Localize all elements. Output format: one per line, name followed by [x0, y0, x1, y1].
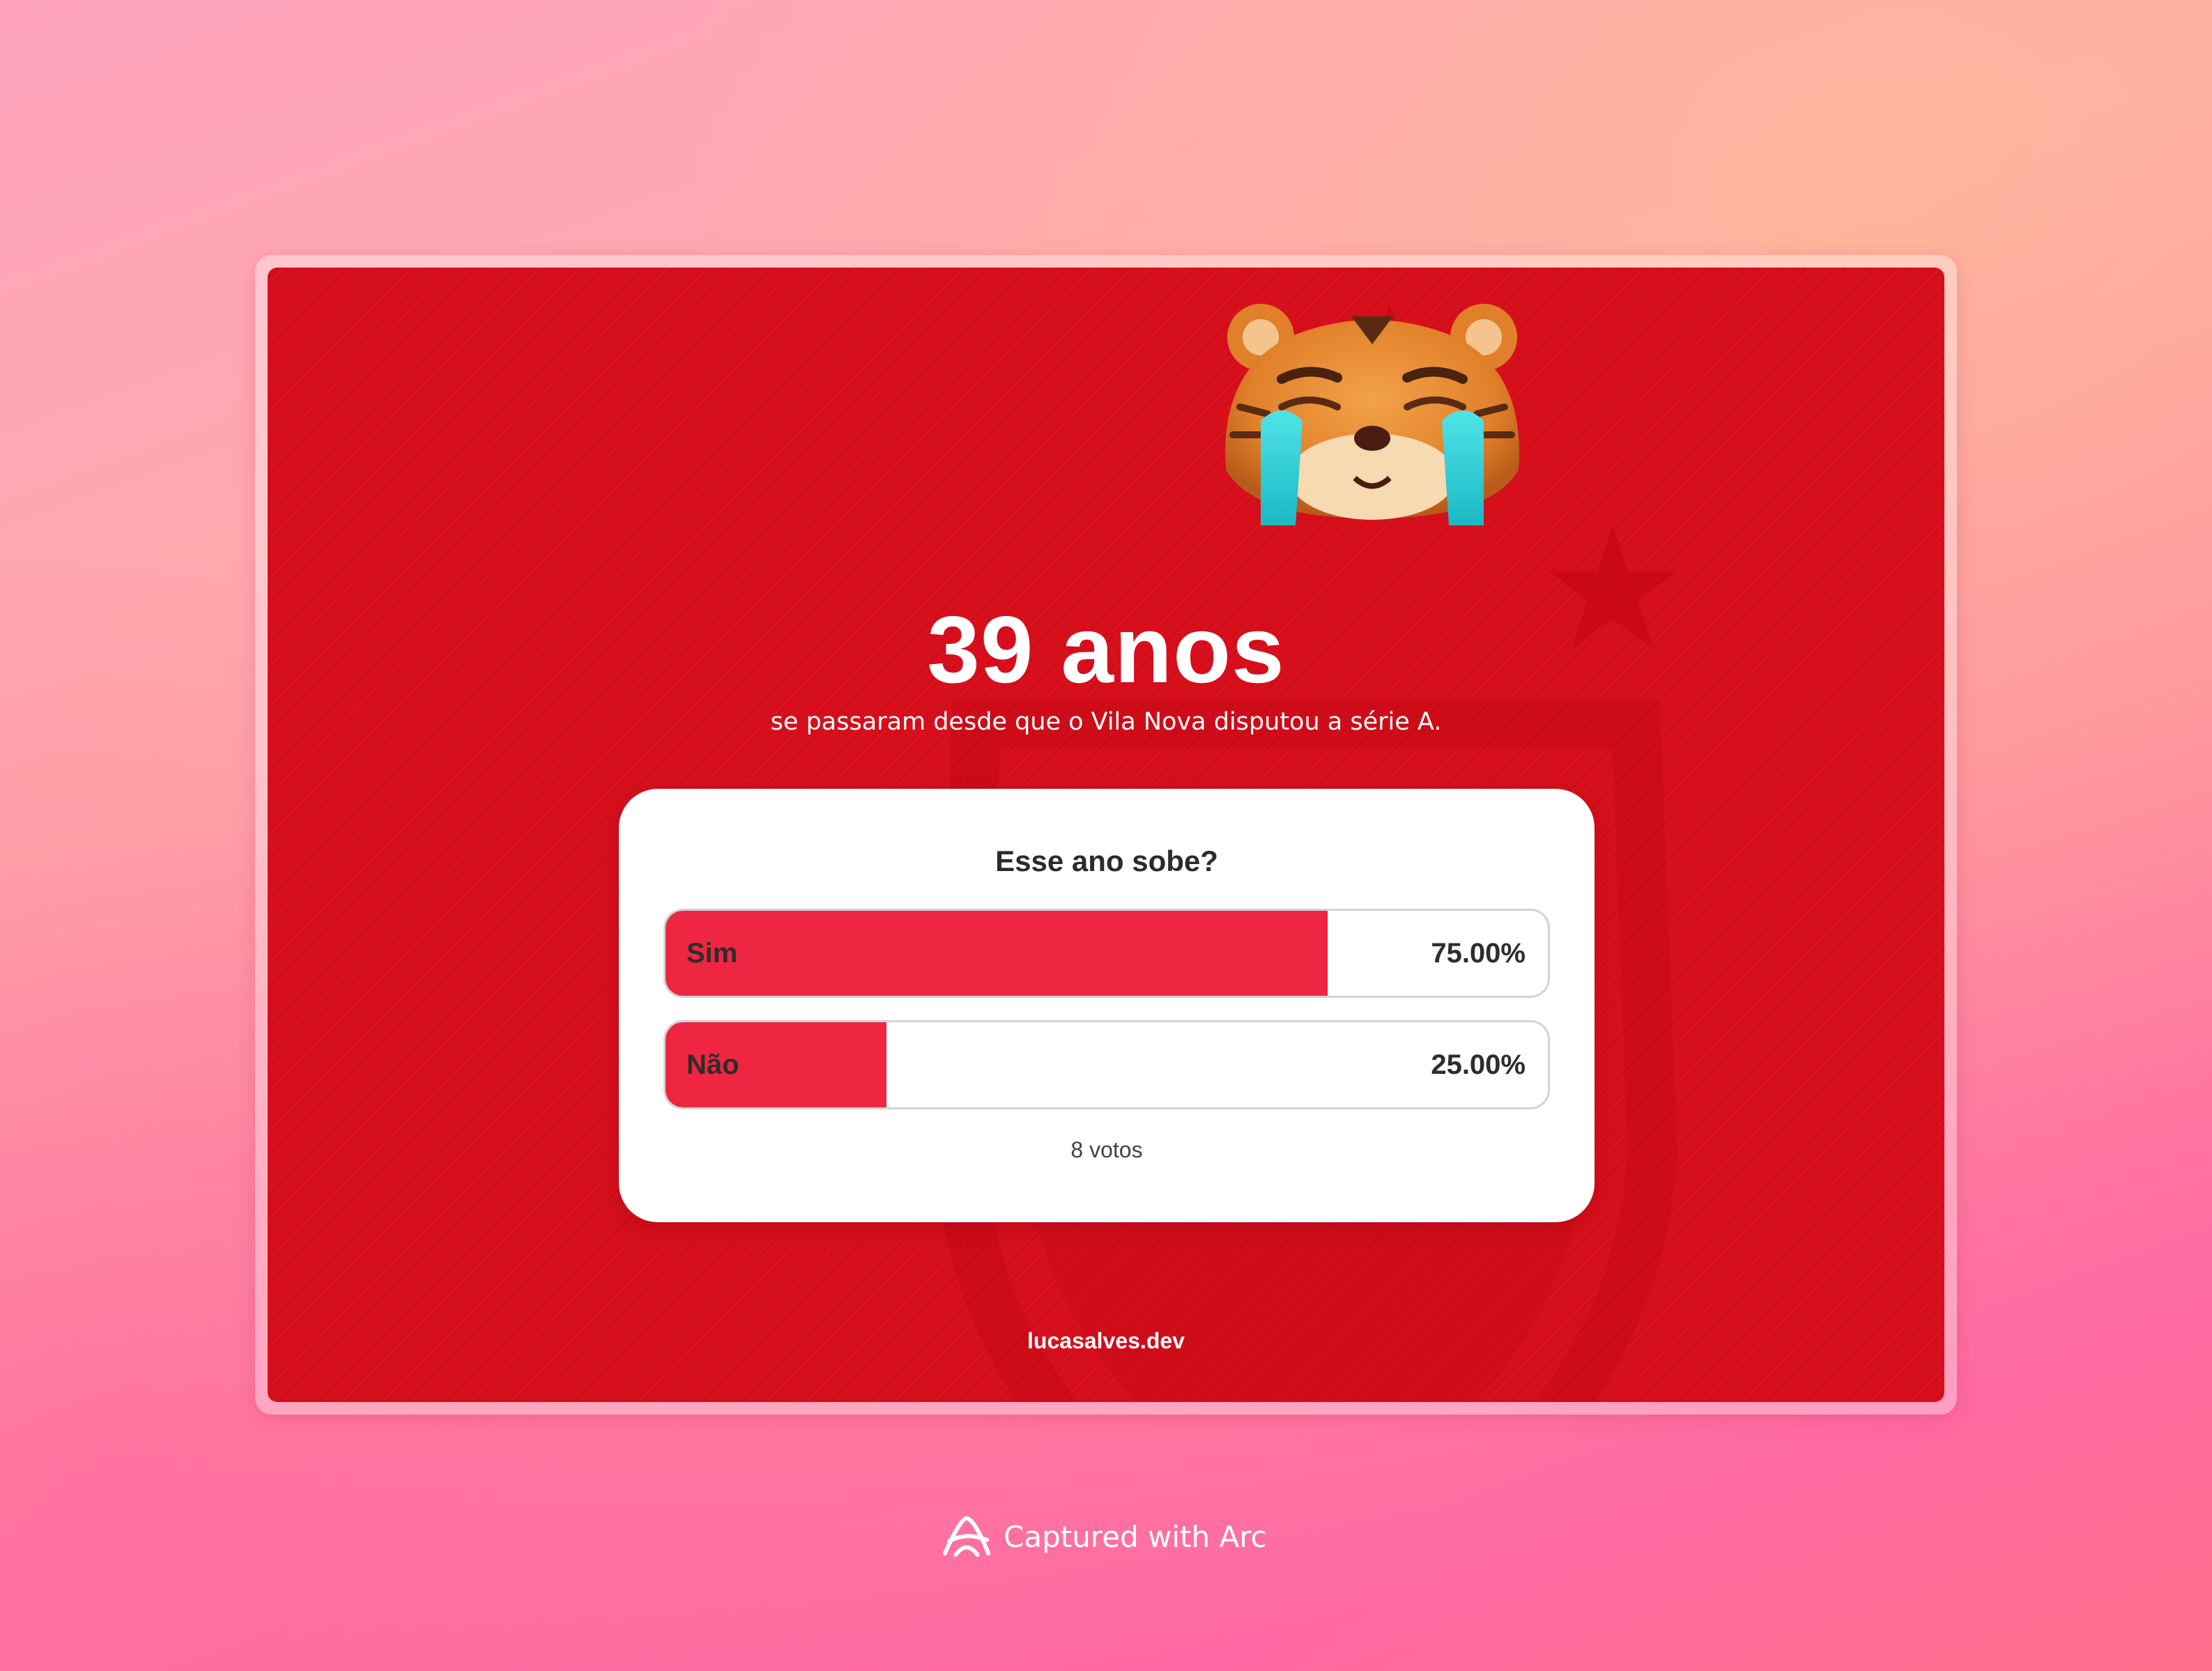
poll-option-sim[interactable]: Sim 75.00%: [663, 909, 1550, 998]
poll-option-label: Não: [686, 1049, 739, 1080]
poll-option-percent: 25.00%: [1431, 1049, 1526, 1080]
capture-badge: Captured with Arc: [939, 1512, 1267, 1561]
poll-card: Esse ano sobe? Sim 75.00% Não 25.00% 8 v…: [619, 789, 1595, 1222]
poll-option-label: Sim: [686, 937, 738, 969]
arc-logo-icon: [942, 1516, 991, 1557]
poll-option-nao[interactable]: Não 25.00%: [663, 1020, 1550, 1109]
years-headline: 39 anos: [927, 596, 1285, 702]
footer-link[interactable]: lucasalves.dev: [268, 1328, 1944, 1354]
poll-option-percent: 75.00%: [1431, 937, 1526, 969]
poll-question: Esse ano sobe?: [995, 845, 1218, 877]
page-content: 39 anos se passaram desde que o Vila Nov…: [268, 268, 1944, 1402]
capture-text: Captured with Arc: [1004, 1519, 1267, 1554]
vote-count: 8 votos: [1070, 1137, 1143, 1162]
crying-tiger-icon: [1225, 304, 1519, 525]
poll-option-bar-fill: [666, 911, 1328, 996]
headline-subtitle: se passaram desde que o Vila Nova disput…: [770, 708, 1442, 736]
